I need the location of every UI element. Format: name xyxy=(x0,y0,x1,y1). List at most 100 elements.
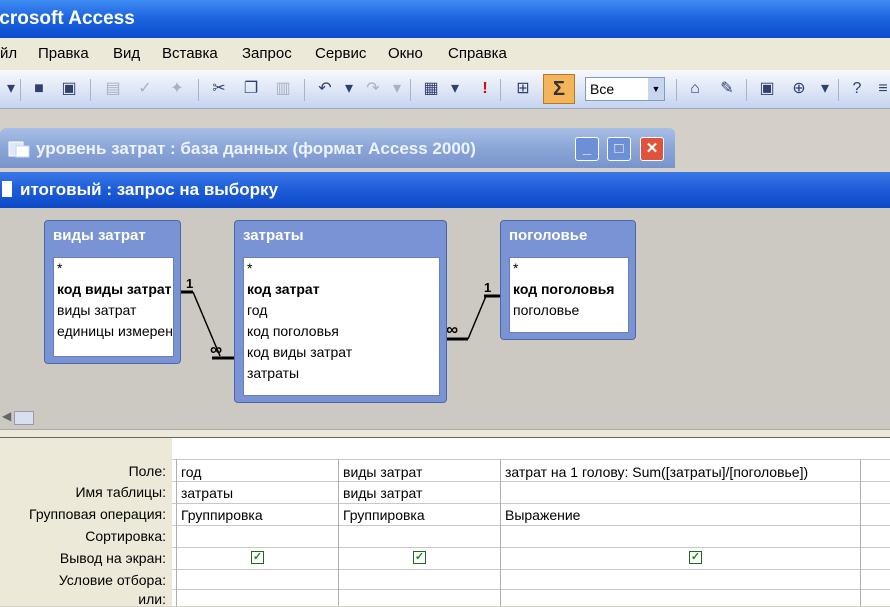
table-pogolovye[interactable]: поголовье * код поголовья поголовье xyxy=(500,220,636,340)
query-type-icon[interactable]: ▦ xyxy=(420,78,442,100)
field-item[interactable]: * xyxy=(54,258,173,279)
pane-splitter[interactable] xyxy=(0,429,890,438)
field-item[interactable]: год xyxy=(244,300,439,321)
copy-icon[interactable]: ❐ xyxy=(240,78,262,100)
scroll-thumb[interactable] xyxy=(14,411,34,425)
row-label-table: Имя таблицы: xyxy=(75,484,166,500)
menu-query[interactable]: Запрос xyxy=(242,45,292,62)
menu-edit[interactable]: Правка xyxy=(38,45,89,62)
grid-line xyxy=(176,459,177,606)
show-checkbox[interactable]: ✓ xyxy=(689,551,702,564)
show-table-icon[interactable]: ⊞ xyxy=(512,78,534,100)
query-design-grid: Поле: Имя таблицы: Групповая операция: С… xyxy=(0,438,890,607)
toolbar-separator xyxy=(746,79,747,101)
toolbar-separator xyxy=(838,79,839,101)
grid-table-cell[interactable]: виды затрат xyxy=(343,485,497,501)
undo-icon[interactable]: ↶ xyxy=(314,78,336,100)
cut-icon[interactable]: ✂ xyxy=(208,78,230,100)
show-checkbox[interactable]: ✓ xyxy=(413,551,426,564)
grid-field-cell[interactable]: год xyxy=(181,464,335,480)
close-button[interactable]: ✕ xyxy=(640,137,664,161)
field-item-key[interactable]: код затрат xyxy=(244,279,439,300)
maximize-button[interactable]: □ xyxy=(607,137,631,161)
grid-total-cell[interactable]: Выражение xyxy=(505,507,857,523)
query-design-area[interactable]: 1 ∞ 1 ∞ виды затрат * код виды затрат ви… xyxy=(0,208,890,403)
grid-total-cell[interactable]: Группировка xyxy=(181,507,335,523)
field-list: * код затрат год код поголовья код виды … xyxy=(243,257,440,396)
query-icon xyxy=(2,181,12,197)
menu-insert[interactable]: Вставка xyxy=(162,45,218,62)
print-preview-icon[interactable]: ▣ xyxy=(58,78,80,100)
new-object-icon[interactable]: ⊕ xyxy=(788,78,810,100)
relation-one-label: 1 xyxy=(484,280,492,295)
show-checkbox[interactable]: ✓ xyxy=(251,551,264,564)
redo-icon[interactable]: ↷ xyxy=(362,78,384,100)
spelling-icon[interactable]: ✓ xyxy=(134,78,156,100)
toolbar-separator xyxy=(304,79,305,101)
toolbar-overflow-icon[interactable]: ▾ xyxy=(0,78,22,100)
row-label-sort: Сортировка: xyxy=(85,528,166,544)
totals-button[interactable]: Σ xyxy=(543,74,575,104)
scroll-left-icon[interactable]: ◀ xyxy=(2,409,11,423)
database-window-titlebar: уровень затрат : база данных (формат Acc… xyxy=(0,128,675,168)
field-item-key[interactable]: код поголовья xyxy=(510,279,628,300)
properties-icon[interactable]: ⌂ xyxy=(684,78,706,100)
minimize-button[interactable]: _ xyxy=(575,137,599,161)
grid-table-cell[interactable]: затраты xyxy=(181,485,335,501)
query-window-title: итоговый : запрос на выборку xyxy=(20,180,279,199)
relation-many-label: ∞ xyxy=(446,320,459,339)
grid-row-labels: Поле: Имя таблицы: Групповая операция: С… xyxy=(0,438,172,607)
field-item[interactable]: виды затрат xyxy=(54,300,173,321)
relation-line xyxy=(467,295,487,340)
field-item[interactable]: поголовье xyxy=(510,300,628,321)
menu-tools[interactable]: Сервис xyxy=(315,45,366,62)
row-label-show: Вывод на экран: xyxy=(59,550,166,566)
row-label-criteria: Условие отбора: xyxy=(58,572,166,588)
table-zatraty[interactable]: затраты * код затрат год код поголовья к… xyxy=(234,220,447,403)
print-icon[interactable]: ▤ xyxy=(102,78,124,100)
save-icon[interactable]: ■ xyxy=(28,78,50,100)
menu-help[interactable]: Справка xyxy=(448,45,507,62)
toolbar-options-icon[interactable]: ≡ xyxy=(872,78,890,100)
top-values-select[interactable]: Все ▼ xyxy=(585,77,665,101)
design-area-scrollbar[interactable]: ◀ xyxy=(0,403,890,429)
undo-dropdown-icon[interactable]: ▾ xyxy=(338,78,360,100)
field-item[interactable]: код поголовья xyxy=(244,321,439,342)
field-item[interactable]: затраты xyxy=(244,363,439,384)
table-title: затраты xyxy=(243,227,304,244)
app-titlebar: icrosoft Access xyxy=(0,0,890,38)
database-window-icon[interactable]: ▣ xyxy=(756,78,778,100)
table-vidy-zatrat[interactable]: виды затрат * код виды затрат виды затра… xyxy=(44,220,181,364)
grid-field-cell[interactable]: виды затрат xyxy=(343,464,497,480)
chevron-down-icon[interactable]: ▼ xyxy=(648,78,664,100)
builder-icon[interactable]: ✎ xyxy=(716,78,738,100)
row-label-field: Поле: xyxy=(128,463,166,479)
grid-line xyxy=(172,459,890,460)
field-item[interactable]: код виды затрат xyxy=(244,342,439,363)
field-item[interactable]: * xyxy=(510,258,628,279)
menu-file[interactable]: йл xyxy=(0,45,17,62)
grid-line xyxy=(172,525,890,526)
redo-dropdown-icon[interactable]: ▾ xyxy=(386,78,408,100)
grid-line xyxy=(172,589,890,590)
new-object-dropdown-icon[interactable]: ▾ xyxy=(814,78,836,100)
grid-line xyxy=(172,547,890,548)
field-item[interactable]: единицы измерения xyxy=(54,321,173,342)
query-design-toolbar: ▾ ■ ▣ ▤ ✓ ✦ ✂ ❐ ▥ ↶ ▾ ↷ ▾ ▦ ▾ ! ⊞ ⌂ ✎ ▣ … xyxy=(0,70,890,109)
research-icon[interactable]: ✦ xyxy=(166,78,188,100)
field-list: * код виды затрат виды затрат единицы из… xyxy=(53,257,174,357)
toolbar-separator xyxy=(500,79,501,101)
field-item-key[interactable]: код виды затрат xyxy=(54,279,173,300)
grid-line xyxy=(172,503,890,504)
grid-line xyxy=(172,569,890,570)
help-icon[interactable]: ? xyxy=(846,78,868,100)
menu-window[interactable]: Окно xyxy=(388,45,423,62)
grid-total-cell[interactable]: Группировка xyxy=(343,507,497,523)
field-item[interactable]: * xyxy=(244,258,439,279)
menu-view[interactable]: Вид xyxy=(113,45,140,62)
row-label-or: или: xyxy=(138,591,166,607)
grid-field-cell[interactable]: затрат на 1 голову: Sum([затраты]/[погол… xyxy=(505,464,857,480)
run-icon[interactable]: ! xyxy=(474,78,496,100)
query-type-dropdown-icon[interactable]: ▾ xyxy=(444,78,466,100)
paste-icon[interactable]: ▥ xyxy=(272,78,294,100)
